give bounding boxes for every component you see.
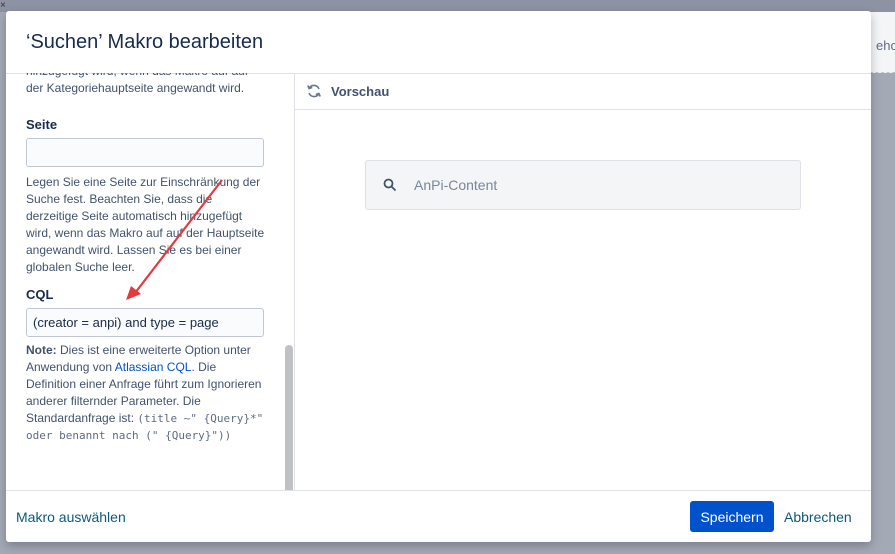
preview-search-field[interactable]: AnPi-Content xyxy=(365,160,801,210)
note-bold: Note: xyxy=(26,343,57,357)
atlassian-cql-link[interactable]: Atlassian CQL xyxy=(115,360,192,374)
background-page-fragment: eho xyxy=(870,12,895,73)
background-text: eho xyxy=(876,38,895,53)
seite-help-text: Legen Sie eine Seite zur Einschränkung d… xyxy=(26,175,265,274)
macro-parameters-panel[interactable]: hinzugefügt wird, wenn das Makro auf auf… xyxy=(6,73,295,490)
parameters-content: hinzugefügt wird, wenn das Makro auf auf… xyxy=(26,73,266,444)
search-value: AnPi-Content xyxy=(414,177,498,193)
seite-field-group: Seite Legen Sie eine Seite zur Einschrän… xyxy=(26,117,266,276)
dialog-title: ‘Suchen’ Makro bearbeiten xyxy=(26,31,264,53)
cql-label: CQL xyxy=(26,287,54,302)
preview-header: Vorschau xyxy=(295,73,871,110)
cql-input[interactable] xyxy=(26,308,264,337)
save-button[interactable]: Speichern xyxy=(690,501,774,532)
cql-note: Note: Dies ist eine erweiterte Option un… xyxy=(26,342,266,444)
refresh-icon[interactable] xyxy=(306,83,322,99)
dialog-header: ‘Suchen’ Makro bearbeiten xyxy=(6,11,871,74)
category-help-text: hinzugefügt wird, wenn das Makro auf auf… xyxy=(26,73,248,95)
edit-macro-dialog: ‘Suchen’ Makro bearbeiten hinzugefügt wi… xyxy=(6,11,871,542)
corner-mark: × xyxy=(0,0,6,11)
cql-field-group: CQL Note: Dies ist eine erweiterte Optio… xyxy=(26,287,266,444)
cancel-button[interactable]: Abbrechen xyxy=(784,509,852,525)
dialog-footer: Makro auswählen Speichern Abbrechen xyxy=(6,490,871,542)
preview-title: Vorschau xyxy=(331,84,390,99)
select-macro-link[interactable]: Makro auswählen xyxy=(16,509,126,525)
parameters-scrollbar[interactable] xyxy=(285,345,293,490)
search-icon xyxy=(383,178,397,192)
seite-input[interactable] xyxy=(26,138,264,167)
seite-label: Seite xyxy=(26,117,58,132)
